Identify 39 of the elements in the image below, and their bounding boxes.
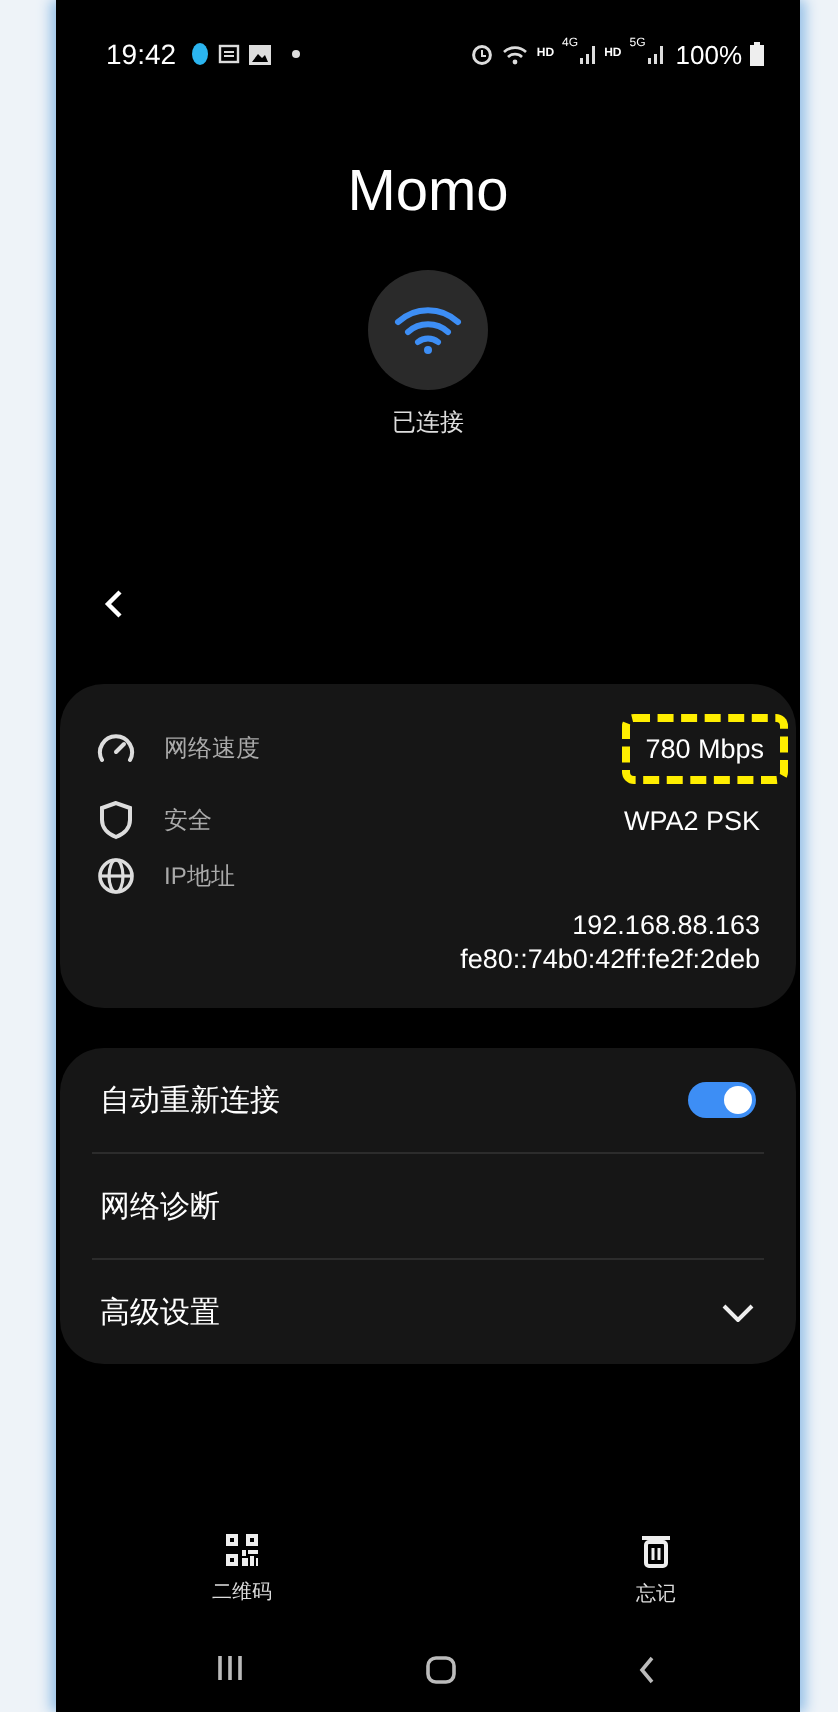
battery-icon (750, 42, 764, 66)
globe-icon (96, 856, 136, 896)
battery-level: 100% (675, 39, 742, 69)
alarm-icon (470, 42, 495, 66)
detail-value: fe80::74b0:42ff:fe2f:2deb (460, 942, 760, 976)
action-button[interactable]: 二维码 (212, 1534, 272, 1608)
signal-icon (647, 44, 664, 64)
notification-icon (218, 44, 241, 64)
wifi-icon (394, 304, 462, 356)
action-button[interactable]: 忘记 (636, 1534, 676, 1608)
trash-icon (642, 1534, 670, 1568)
detail-value: 780 Mbps (621, 713, 788, 783)
toggle-switch[interactable] (688, 1082, 756, 1118)
network-name: Momo (347, 160, 509, 226)
detail-label: IP地址 (164, 859, 235, 893)
setting-label: 高级设置 (100, 1293, 220, 1331)
detail-value: 192.168.88.163 (572, 908, 760, 942)
image-icon (248, 43, 273, 65)
back-icon (638, 1656, 656, 1684)
qr-code-icon (226, 1534, 258, 1566)
detail-label: 安全 (164, 803, 212, 837)
settings-item[interactable]: 自动重新连接 (92, 1048, 764, 1152)
signal-icon (580, 44, 597, 64)
shield-icon (96, 800, 136, 840)
wifi-icon (502, 43, 529, 65)
setting-label: 网络诊断 (100, 1187, 220, 1225)
back-icon (104, 588, 124, 620)
home-button[interactable] (422, 1652, 460, 1688)
detail-value: WPA2 PSK (623, 803, 760, 837)
settings-item[interactable]: 高级设置 (92, 1260, 764, 1364)
connection-status: 已连接 (392, 406, 464, 440)
settings-item[interactable]: 网络诊断 (92, 1154, 764, 1258)
speedometer-icon (96, 730, 136, 766)
recent-apps-icon (216, 1656, 244, 1680)
dot-icon (292, 50, 301, 58)
setting-label: 自动重新连接 (100, 1081, 280, 1119)
home-icon (426, 1656, 456, 1684)
status-time: 19:42 (106, 38, 177, 70)
detail-label: 网络速度 (164, 731, 260, 765)
